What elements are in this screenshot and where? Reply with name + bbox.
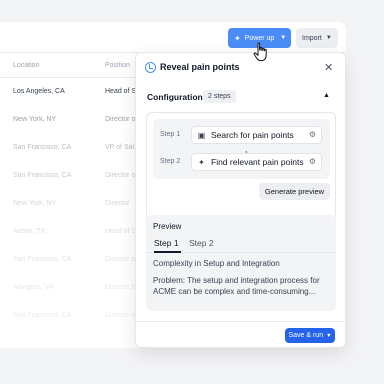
cell-position: Director o bbox=[105, 312, 136, 319]
cell-position: Director bbox=[105, 200, 130, 207]
configuration-label: Configuration bbox=[147, 92, 203, 102]
step-2-name: Find relevant pain points bbox=[211, 157, 304, 167]
tab-step-2[interactable]: Step 2 bbox=[189, 238, 214, 248]
footer-divider bbox=[136, 321, 345, 322]
power-up-label: Power up bbox=[244, 34, 275, 42]
check-circle-icon bbox=[145, 62, 156, 73]
briefcase-icon: ▣ bbox=[197, 130, 206, 140]
import-label: Import bbox=[302, 34, 322, 42]
panel-title: Reveal pain points bbox=[160, 62, 240, 72]
cell-location: Los Angeles, CA bbox=[13, 88, 65, 95]
panel-header: Reveal pain points ✕ bbox=[136, 53, 345, 83]
tab-step-1[interactable]: Step 1 bbox=[154, 238, 179, 248]
steps-list: Step 1 ▣ Search for pain points ⚙ ↕ Step… bbox=[153, 119, 330, 179]
cell-location: San Francisco, CA bbox=[13, 256, 72, 263]
cell-position: Director o bbox=[105, 284, 136, 291]
step-1-pill[interactable]: ▣ Search for pain points ⚙ bbox=[191, 126, 322, 144]
cell-position: Director o bbox=[105, 256, 136, 263]
cell-position: Director o bbox=[105, 172, 136, 179]
cell-position: Director o bbox=[105, 116, 136, 123]
gear-icon[interactable]: ⚙ bbox=[309, 157, 316, 166]
cell-location: San Francisco, CA bbox=[13, 172, 72, 179]
cell-position: Head of S bbox=[105, 228, 137, 235]
active-tab-indicator bbox=[154, 251, 181, 253]
preview-body: Problem: The setup and integration proce… bbox=[153, 276, 320, 296]
generate-preview-button[interactable]: Generate preview bbox=[259, 183, 330, 200]
cell-location: Arlington, VA bbox=[13, 284, 54, 291]
chevron-down-icon: ▼ bbox=[326, 332, 332, 339]
preview-card: Preview Step 1 Step 2 Complexity in Setu… bbox=[146, 215, 336, 311]
column-header-location[interactable]: Location bbox=[13, 62, 39, 69]
step-1-label: Step 1 bbox=[160, 131, 181, 138]
cell-position: Head of S bbox=[105, 88, 137, 95]
cell-location: New York, NY bbox=[13, 200, 57, 207]
close-icon[interactable]: ✕ bbox=[324, 61, 333, 74]
chevron-up-icon[interactable]: ▲ bbox=[323, 92, 330, 99]
sparkle-icon: ✦ bbox=[234, 33, 241, 43]
preview-heading: Complexity in Setup and Integration bbox=[153, 259, 280, 268]
preview-title: Preview bbox=[153, 222, 182, 231]
save-and-run-button[interactable]: Save & run ▼ bbox=[285, 328, 335, 343]
chevron-down-icon: ▼ bbox=[325, 35, 332, 41]
cell-location: Austin, TX bbox=[13, 228, 46, 235]
sparkle-icon: ✦ bbox=[198, 157, 205, 167]
steps-count-badge: 2 steps bbox=[203, 90, 236, 103]
step-2-pill[interactable]: ✦ Find relevant pain points ⚙ bbox=[191, 153, 322, 171]
reveal-pain-points-panel: Reveal pain points ✕ Configuration 2 ste… bbox=[135, 52, 346, 348]
step-1-name: Search for pain points bbox=[211, 130, 294, 140]
column-header-position[interactable]: Position bbox=[105, 62, 130, 69]
chevron-down-icon: ▼ bbox=[280, 35, 287, 41]
gear-icon[interactable]: ⚙ bbox=[309, 130, 316, 139]
cell-location: San Francisco, CA bbox=[13, 144, 72, 151]
step-2-label: Step 2 bbox=[160, 158, 181, 165]
save-and-run-label: Save & run bbox=[288, 332, 324, 339]
toolbar: ✦ Power up ▼ Import ▼ bbox=[0, 22, 346, 52]
hand-pointer-cursor-icon bbox=[253, 42, 267, 62]
cell-location: San Francisco, CA bbox=[13, 312, 72, 319]
cell-position: VP of Sal bbox=[105, 144, 135, 151]
cell-location: New York, NY bbox=[13, 116, 57, 123]
configuration-section-header[interactable]: Configuration 2 steps ▲ bbox=[136, 89, 345, 107]
import-button[interactable]: Import ▼ bbox=[296, 28, 338, 48]
